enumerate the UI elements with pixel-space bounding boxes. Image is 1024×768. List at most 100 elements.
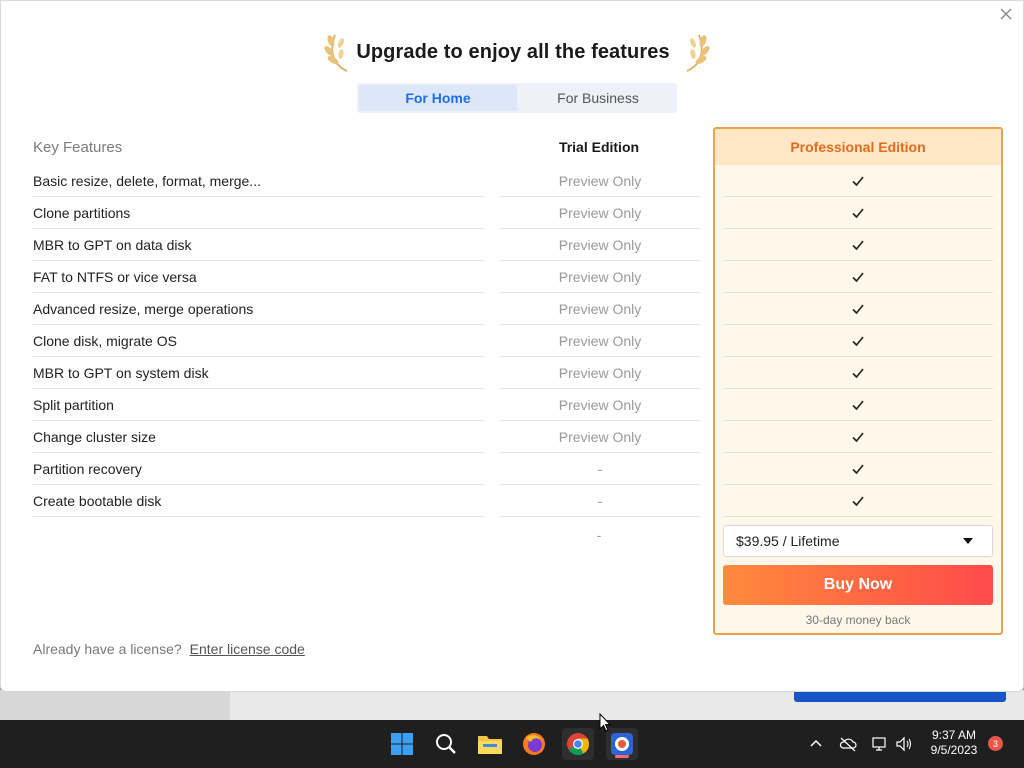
firefox-icon — [523, 733, 545, 755]
table-row: MBR to GPT on system disk Preview Only — [33, 357, 701, 389]
pro-row — [723, 485, 993, 517]
clock-time: 9:37 AM — [931, 728, 977, 742]
feature-name: Advanced resize, merge operations — [33, 301, 254, 317]
network-button[interactable] — [870, 734, 890, 754]
close-button[interactable] — [997, 5, 1015, 23]
feature-name: Clone disk, migrate OS — [33, 333, 177, 349]
trial-value: Preview Only — [558, 333, 642, 349]
pro-feature-list — [723, 165, 993, 517]
trial-value: Preview Only — [558, 365, 642, 381]
trial-value: Preview Only — [558, 237, 642, 253]
pro-row — [723, 293, 993, 325]
pro-row — [723, 165, 993, 197]
background-left-pane — [0, 690, 230, 720]
cloud-offline-icon — [839, 737, 857, 752]
volume-button[interactable] — [894, 734, 914, 754]
feature-name: Change cluster size — [33, 429, 156, 445]
dialog-title: Upgrade to enjoy all the features — [356, 41, 670, 63]
price-select-value: $39.95 / Lifetime — [736, 533, 840, 549]
laurel-right-icon — [686, 34, 710, 72]
feature-name: Basic resize, delete, format, merge... — [33, 173, 261, 189]
start-button[interactable] — [386, 728, 418, 760]
trial-value: - — [597, 461, 603, 477]
trial-value: Preview Only — [558, 301, 642, 317]
trial-value: Preview Only — [558, 205, 642, 221]
buy-now-button[interactable]: Buy Now — [723, 565, 993, 605]
trial-value: - — [597, 493, 603, 509]
money-back-note: 30-day money back — [805, 613, 911, 627]
clock[interactable]: 9:37 AM 9/5/2023 — [924, 728, 984, 758]
partition-app-icon — [611, 733, 633, 755]
checkmark-icon — [852, 207, 864, 218]
table-row: Advanced resize, merge operations Preview… — [33, 293, 701, 325]
table-row: FAT to NTFS or vice versa Preview Only — [33, 261, 701, 293]
table-row: Split partition Preview Only — [33, 389, 701, 421]
search-icon — [436, 734, 456, 754]
trial-value: Preview Only — [558, 173, 642, 189]
table-row: Basic resize, delete, format, merge... Pr… — [33, 165, 701, 197]
firefox-button[interactable] — [518, 728, 550, 760]
speaker-icon — [896, 736, 912, 752]
clock-date: 9/5/2023 — [930, 743, 978, 757]
pro-row — [723, 453, 993, 485]
file-explorer-button[interactable] — [474, 728, 506, 760]
folder-icon — [478, 736, 502, 754]
pro-row — [723, 325, 993, 357]
checkmark-icon — [852, 271, 864, 282]
trial-value: Preview Only — [558, 269, 642, 285]
tray-overflow-button[interactable] — [806, 734, 826, 754]
upgrade-dialog: Upgrade to enjoy all the features For Ho… — [0, 0, 1024, 692]
pro-row — [723, 261, 993, 293]
checkmark-icon — [852, 303, 864, 314]
active-indicator — [615, 755, 629, 758]
checkmark-icon — [852, 495, 864, 506]
tab-for-business[interactable]: For Business — [519, 83, 677, 113]
title-area: Upgrade to enjoy all the features — [1, 29, 1024, 75]
edition-tabs: For Home For Business — [357, 83, 677, 113]
chevron-up-icon — [810, 739, 822, 747]
table-row: Change cluster size Preview Only — [33, 421, 701, 453]
checkmark-icon — [852, 463, 864, 474]
professional-edition-header: Professional Edition — [715, 129, 1001, 165]
mouse-cursor-icon — [599, 713, 611, 732]
trial-value: Preview Only — [558, 397, 642, 413]
feature-name: Partition recovery — [33, 461, 142, 477]
checkmark-icon — [852, 367, 864, 378]
checkmark-icon — [852, 335, 864, 346]
feature-name: MBR to GPT on system disk — [33, 365, 209, 381]
feature-name: FAT to NTFS or vice versa — [33, 269, 197, 285]
close-icon — [1000, 8, 1012, 20]
onedrive-button[interactable] — [838, 734, 858, 754]
row-divider — [499, 516, 701, 517]
checkmark-icon — [852, 175, 864, 186]
pro-row — [723, 357, 993, 389]
network-icon — [872, 737, 886, 751]
checkmark-icon — [852, 399, 864, 410]
row-divider — [33, 516, 485, 517]
feature-name: MBR to GPT on data disk — [33, 237, 192, 253]
pro-row — [723, 197, 993, 229]
feature-table: Basic resize, delete, format, merge... Pr… — [33, 165, 701, 517]
background-app — [0, 690, 1024, 720]
price-select[interactable]: $39.95 / Lifetime — [723, 525, 993, 557]
search-button[interactable] — [430, 728, 462, 760]
key-features-header: Key Features — [33, 139, 123, 156]
table-row: Partition recovery - — [33, 453, 701, 485]
feature-name: Split partition — [33, 397, 114, 413]
notification-badge[interactable]: 3 — [988, 736, 1003, 751]
chrome-icon — [567, 733, 589, 755]
pro-row — [723, 421, 993, 453]
checkmark-icon — [852, 239, 864, 250]
enter-license-code-link[interactable]: Enter license code — [190, 641, 305, 657]
pro-row — [723, 389, 993, 421]
tab-for-home[interactable]: For Home — [359, 85, 517, 111]
license-prompt: Already have a license? Enter license cod… — [33, 641, 305, 657]
taskbar: 9:37 AM 9/5/2023 — [0, 720, 1024, 768]
caret-down-icon — [963, 538, 973, 544]
table-row: Clone partitions Preview Only — [33, 197, 701, 229]
windows-logo-icon — [391, 733, 413, 755]
chrome-button[interactable] — [562, 728, 594, 760]
table-row: Create bootable disk - — [33, 485, 701, 517]
professional-edition-panel: Professional Edition $39.95 / Lifetime B… — [713, 127, 1003, 635]
feature-name: Clone partitions — [33, 205, 131, 221]
